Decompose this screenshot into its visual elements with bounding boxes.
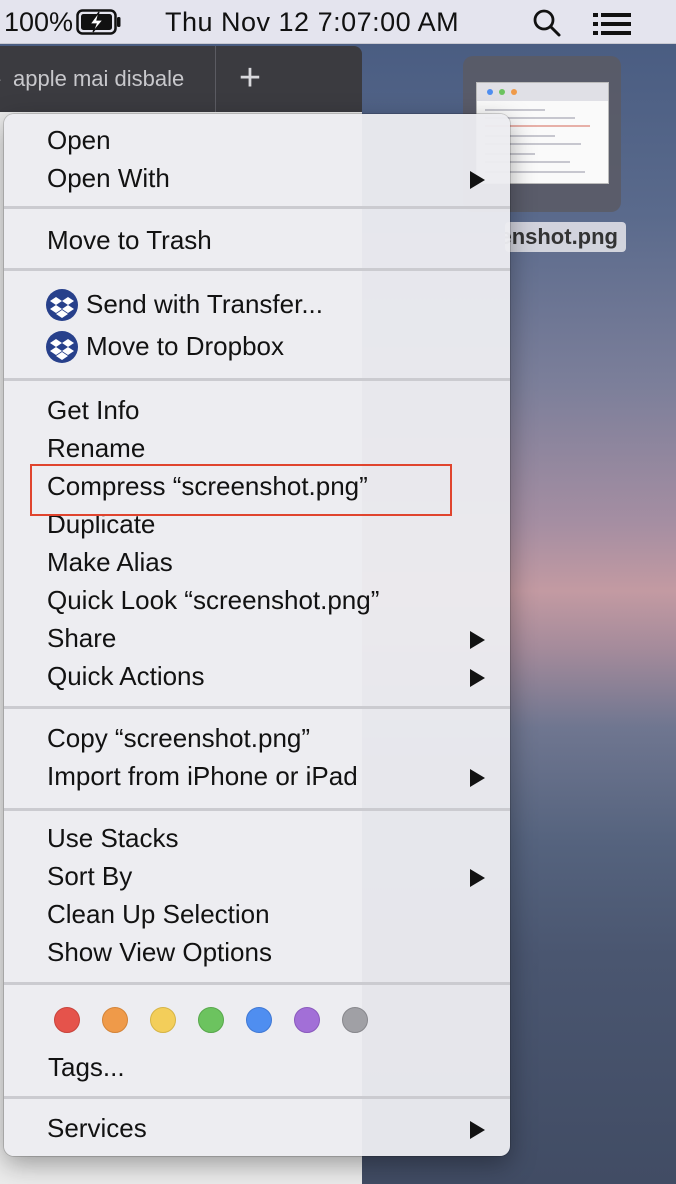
- menu-separator: [4, 808, 510, 811]
- tag-gray-button[interactable]: [342, 1007, 368, 1033]
- battery-charging-icon[interactable]: [76, 9, 122, 42]
- submenu-arrow-icon: [470, 869, 485, 887]
- menu-item-use-stacks[interactable]: Use Stacks: [47, 820, 179, 856]
- menu-item-tags[interactable]: Tags...: [48, 1049, 125, 1085]
- menu-item-open-with[interactable]: Open With: [47, 160, 170, 196]
- menu-item-sort-by[interactable]: Sort By: [47, 858, 132, 894]
- menu-item-copy[interactable]: Copy “screenshot.png”: [47, 720, 310, 756]
- submenu-arrow-icon: [470, 631, 485, 649]
- submenu-arrow-icon: [470, 1121, 485, 1139]
- battery-percent: 100%: [4, 7, 74, 37]
- menu-item-send-with-transfer[interactable]: Send with Transfer...: [86, 286, 323, 322]
- menu-item-import-from-iphone[interactable]: Import from iPhone or iPad: [47, 758, 358, 794]
- submenu-arrow-icon: [470, 171, 485, 189]
- search-icon[interactable]: [532, 8, 562, 45]
- desktop-file-label[interactable]: enshot.png: [505, 222, 626, 252]
- submenu-arrow-icon: [470, 669, 485, 687]
- dropbox-icon: [46, 331, 78, 363]
- finder-tab-bar: › apple mai disbale +: [0, 46, 362, 112]
- menu-item-quick-actions[interactable]: Quick Actions: [47, 658, 205, 694]
- menu-separator: [4, 378, 510, 381]
- menu-separator: [4, 982, 510, 985]
- new-tab-button[interactable]: +: [232, 58, 268, 98]
- menu-item-clean-up-selection[interactable]: Clean Up Selection: [47, 896, 270, 932]
- dropbox-icon: [46, 289, 78, 321]
- menu-item-share[interactable]: Share: [47, 620, 116, 656]
- menu-item-duplicate[interactable]: Duplicate: [47, 506, 155, 542]
- menu-separator: [4, 706, 510, 709]
- menu-item-move-to-trash[interactable]: Move to Trash: [47, 222, 212, 258]
- list-icon[interactable]: [593, 11, 631, 42]
- tag-blue-button[interactable]: [246, 1007, 272, 1033]
- menu-item-services[interactable]: Services: [47, 1110, 147, 1146]
- tag-orange-button[interactable]: [102, 1007, 128, 1033]
- submenu-arrow-icon: [470, 769, 485, 787]
- tag-red-button[interactable]: [54, 1007, 80, 1033]
- menu-item-get-info[interactable]: Get Info: [47, 392, 140, 428]
- context-menu: Open Open With Move to Trash Send with T…: [4, 114, 510, 1156]
- file-label-text: enshot.png: [505, 224, 618, 249]
- tag-green-button[interactable]: [198, 1007, 224, 1033]
- finder-tab[interactable]: › apple mai disbale: [0, 46, 216, 112]
- menubar-clock[interactable]: Thu Nov 12 7:07:00 AM: [165, 7, 459, 38]
- menu-item-compress[interactable]: Compress “screenshot.png”: [47, 468, 368, 504]
- menu-item-open[interactable]: Open: [47, 122, 111, 158]
- menu-separator: [4, 206, 510, 209]
- tab-icon: ›: [0, 66, 1, 92]
- menu-item-make-alias[interactable]: Make Alias: [47, 544, 173, 580]
- tag-yellow-button[interactable]: [150, 1007, 176, 1033]
- menu-item-rename[interactable]: Rename: [47, 430, 145, 466]
- menu-item-quick-look[interactable]: Quick Look “screenshot.png”: [47, 582, 379, 618]
- menu-item-show-view-options[interactable]: Show View Options: [47, 934, 272, 970]
- tag-purple-button[interactable]: [294, 1007, 320, 1033]
- menu-item-move-to-dropbox[interactable]: Move to Dropbox: [86, 328, 284, 364]
- tab-label: apple mai disbale: [13, 66, 185, 91]
- menu-separator: [4, 1096, 510, 1099]
- menu-separator: [4, 268, 510, 271]
- menu-bar: 100% Thu Nov 12 7:07:00 AM: [0, 0, 676, 44]
